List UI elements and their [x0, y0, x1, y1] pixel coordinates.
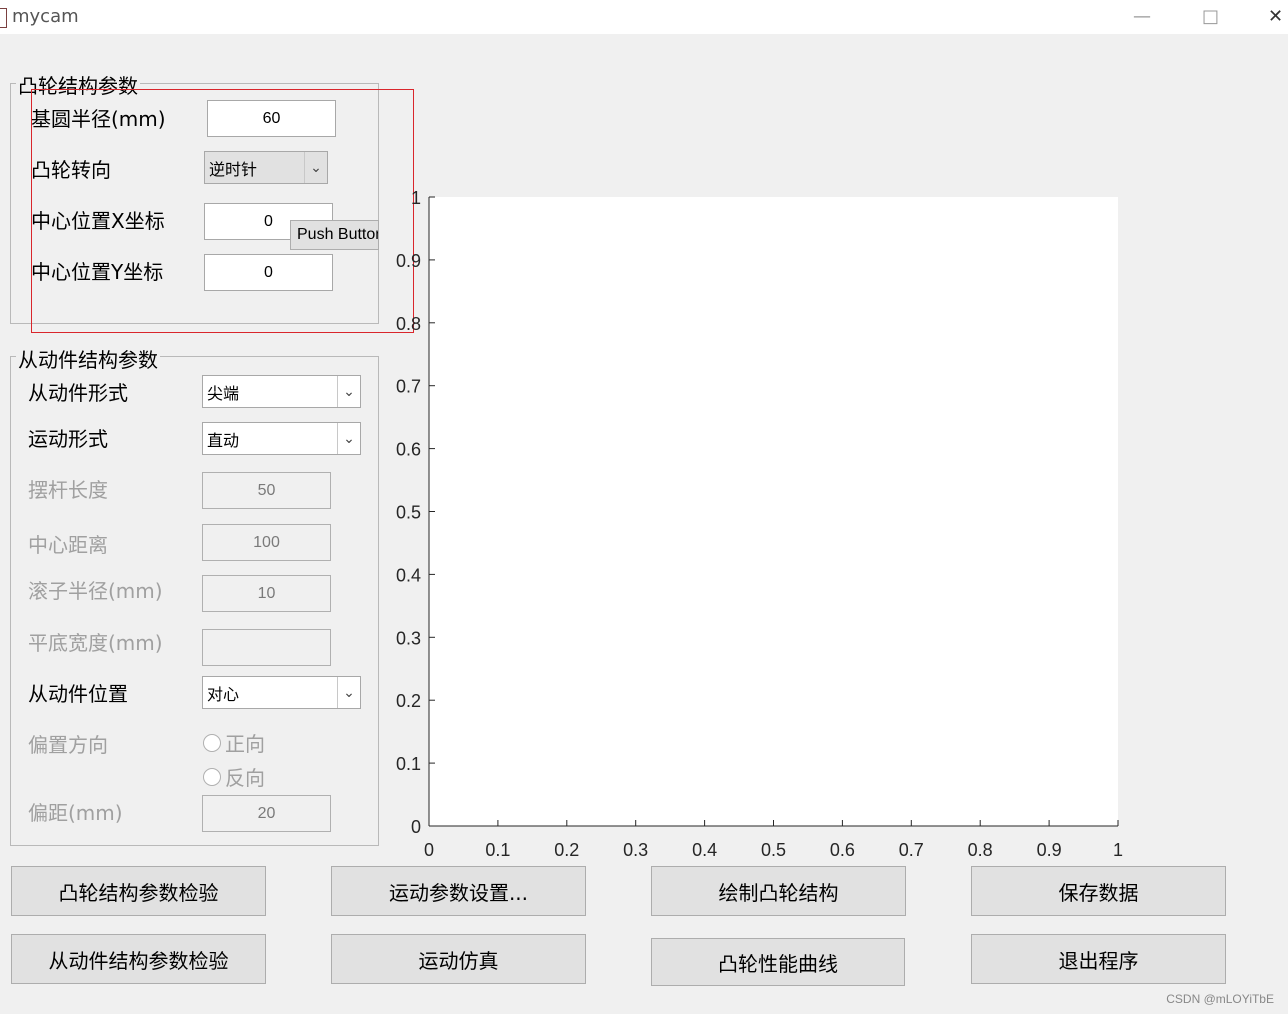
- radio-forward[interactable]: 正向: [203, 728, 265, 757]
- motion-form-select[interactable]: 直动 ⌄: [202, 422, 361, 455]
- x-tick-label: 0.5: [761, 840, 786, 860]
- y-tick-label: 1: [411, 188, 421, 208]
- radio-forward-label: 正向: [225, 732, 265, 756]
- flat-width-input: [202, 629, 331, 666]
- close-icon[interactable]: ✕: [1268, 6, 1283, 27]
- follower-position-select[interactable]: 对心 ⌄: [202, 676, 361, 709]
- plot-axes: 0 0.1 0.2 0.3 0.4 0.5 0.6 0.7 0.8 0.9 1 0 0.1 0.2 0.3…: [396, 188, 1123, 860]
- follower-form-value: 尖端: [207, 383, 240, 403]
- offset-label: 偏距(mm): [28, 801, 123, 825]
- x-tick-label: 0.9: [1037, 840, 1062, 860]
- follower-form-select[interactable]: 尖端 ⌄: [202, 375, 361, 408]
- radio-reverse[interactable]: 反向: [203, 762, 265, 791]
- motion-form-value: 直动: [207, 430, 240, 450]
- y-tick-label: 0.4: [396, 565, 421, 585]
- check-cam-button[interactable]: 凸轮结构参数检验: [11, 866, 266, 916]
- x-tick-label: 0.2: [554, 840, 579, 860]
- x-tick-label: 0.6: [830, 840, 855, 860]
- x-tick-label: 0.1: [485, 840, 510, 860]
- rocker-length-input: 50: [202, 472, 331, 509]
- minimize-icon[interactable]: —: [1133, 6, 1151, 27]
- y-tick-label: 0.8: [396, 314, 421, 334]
- y-tick-label: 0.2: [396, 691, 421, 711]
- chevron-down-icon: ⌄: [337, 677, 360, 708]
- x-tick-label: 0.3: [623, 840, 648, 860]
- x-tick-label: 0: [424, 840, 434, 860]
- exit-button[interactable]: 退出程序: [971, 934, 1226, 984]
- center-distance-label: 中心距离: [28, 533, 108, 557]
- x-tick-label: 0.4: [692, 840, 717, 860]
- y-tick-label: 0.1: [396, 754, 421, 774]
- motion-form-label: 运动形式: [28, 427, 108, 451]
- x-tick-label: 1: [1113, 840, 1123, 860]
- y-tick-label: 0.7: [396, 377, 421, 397]
- app-icon: [0, 8, 7, 28]
- y-tick-label: 0.9: [396, 251, 421, 271]
- maximize-icon[interactable]: □: [1202, 6, 1219, 27]
- plot-area: [429, 197, 1118, 826]
- roller-radius-label: 滚子半径(mm): [28, 579, 163, 603]
- title-bar: mycam — □ ✕: [0, 0, 1288, 34]
- offset-direction-label: 偏置方向: [28, 733, 108, 757]
- highlight-rectangle: [31, 89, 414, 333]
- radio-circle-icon: [203, 767, 221, 786]
- radio-reverse-label: 反向: [225, 766, 265, 790]
- follower-position-value: 对心: [207, 684, 240, 704]
- simulate-button[interactable]: 运动仿真: [331, 934, 586, 984]
- follower-panel-title: 从动件结构参数: [16, 344, 160, 373]
- y-tick-label: 0: [411, 817, 421, 837]
- window-title: mycam: [12, 6, 79, 27]
- flat-width-label: 平底宽度(mm): [28, 631, 163, 655]
- y-tick-label: 0.5: [396, 503, 421, 523]
- x-tick-label: 0.7: [899, 840, 924, 860]
- follower-form-label: 从动件形式: [28, 381, 128, 405]
- watermark: CSDN @mLOYiTbE: [1166, 992, 1274, 1006]
- chevron-down-icon: ⌄: [337, 376, 360, 407]
- radio-circle-icon: [203, 733, 221, 752]
- draw-cam-button[interactable]: 绘制凸轮结构: [651, 866, 906, 916]
- follower-position-label: 从动件位置: [28, 682, 128, 706]
- x-tick-label: 0.8: [968, 840, 993, 860]
- chevron-down-icon: ⌄: [337, 423, 360, 454]
- y-tick-label: 0.6: [396, 440, 421, 460]
- offset-input: 20: [202, 795, 331, 832]
- save-data-button[interactable]: 保存数据: [971, 866, 1226, 916]
- rocker-length-label: 摆杆长度: [28, 478, 108, 502]
- motion-settings-button[interactable]: 运动参数设置...: [331, 866, 586, 916]
- roller-radius-input: 10: [202, 575, 331, 612]
- y-tick-label: 0.3: [396, 628, 421, 648]
- check-follower-button[interactable]: 从动件结构参数检验: [11, 934, 266, 984]
- performance-curve-button[interactable]: 凸轮性能曲线: [651, 938, 905, 986]
- center-distance-input: 100: [202, 524, 331, 561]
